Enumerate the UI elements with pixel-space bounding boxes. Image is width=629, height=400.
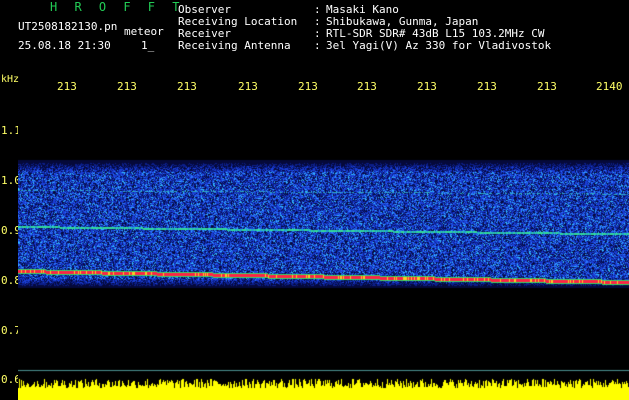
info-colon: : bbox=[314, 39, 321, 52]
y-unit-label: kHz bbox=[1, 74, 20, 85]
x-tick-label: 213 bbox=[357, 80, 377, 93]
spectrogram-canvas bbox=[18, 98, 629, 400]
info-label-antenna: Receiving Antenna bbox=[178, 39, 291, 52]
info-value-antenna: 3el Yagi(V) Az 330 for Vladivostok bbox=[326, 39, 552, 52]
x-tick-label: 213 bbox=[298, 80, 318, 93]
mode-label: meteor bbox=[124, 25, 164, 38]
x-tick-label: 213 bbox=[238, 80, 258, 93]
minute-marker: 1_ bbox=[141, 39, 155, 52]
file-name: UT2508182130.pn bbox=[18, 20, 118, 33]
x-tick-label: 213 bbox=[117, 80, 137, 93]
x-tick-label: 213 bbox=[537, 80, 557, 93]
title: H R O F F T bbox=[50, 0, 185, 14]
timestamp: 25.08.18 21:30 bbox=[18, 39, 111, 52]
x-tick-label: 213 bbox=[417, 80, 437, 93]
x-tick-label: 213 bbox=[57, 80, 77, 93]
x-tick-label: 2140 bbox=[596, 80, 623, 93]
x-tick-label: 213 bbox=[177, 80, 197, 93]
x-tick-label: 213 bbox=[477, 80, 497, 93]
